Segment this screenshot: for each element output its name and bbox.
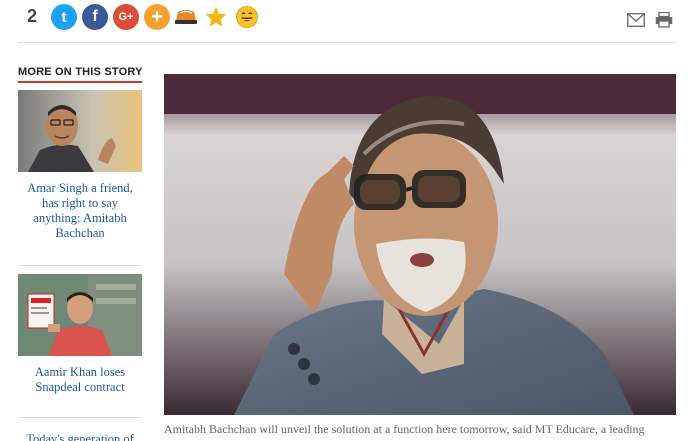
related-story-aamir-khan[interactable]: Aamir Khan loses Snapdeal contract [18,274,142,395]
share-count: 2 [27,6,38,26]
print-button[interactable] [654,10,674,30]
story-headline-link[interactable]: Today's generation of [18,432,142,441]
facebook-share-button[interactable]: f [82,4,108,30]
star-reaction-button[interactable] [203,4,229,30]
divider [18,417,142,418]
twitter-share-button[interactable]: t [51,4,77,30]
story-thumbnail[interactable] [18,90,142,172]
laugh-icon [236,6,258,28]
story-headline-link[interactable]: Amar Singh a friend, has right to say an… [18,181,142,241]
divider [18,42,676,43]
facebook-icon: f [92,8,98,25]
google-plus-share-button[interactable]: G+ [113,4,139,30]
sidebar-heading: MORE ON THIS STORY [18,66,142,83]
email-button[interactable] [626,10,646,30]
related-stories-sidebar: MORE ON THIS STORY Amar Singh a friend, … [18,66,142,441]
laugh-reaction-button[interactable] [234,4,260,30]
photo-caption: Amitabh Bachchan will unveil the solutio… [164,422,645,441]
hat-icon [175,10,197,24]
plus-icon: + [151,6,163,28]
twitter-icon: t [61,8,67,26]
star-icon [205,6,227,27]
mail-icon [627,13,645,27]
print-icon [655,12,673,28]
more-share-button[interactable]: + [144,4,170,30]
hat-reaction-button[interactable] [173,4,199,30]
google-plus-icon: G+ [118,11,134,23]
share-bar: 2 t f G+ + [0,0,700,44]
related-story-amar-singh[interactable]: Amar Singh a friend, has right to say an… [18,90,142,241]
article-photo [164,74,676,415]
story-headline-link[interactable]: Aamir Khan loses Snapdeal contract [18,365,142,395]
story-thumbnail[interactable] [18,274,142,356]
divider [18,265,142,266]
